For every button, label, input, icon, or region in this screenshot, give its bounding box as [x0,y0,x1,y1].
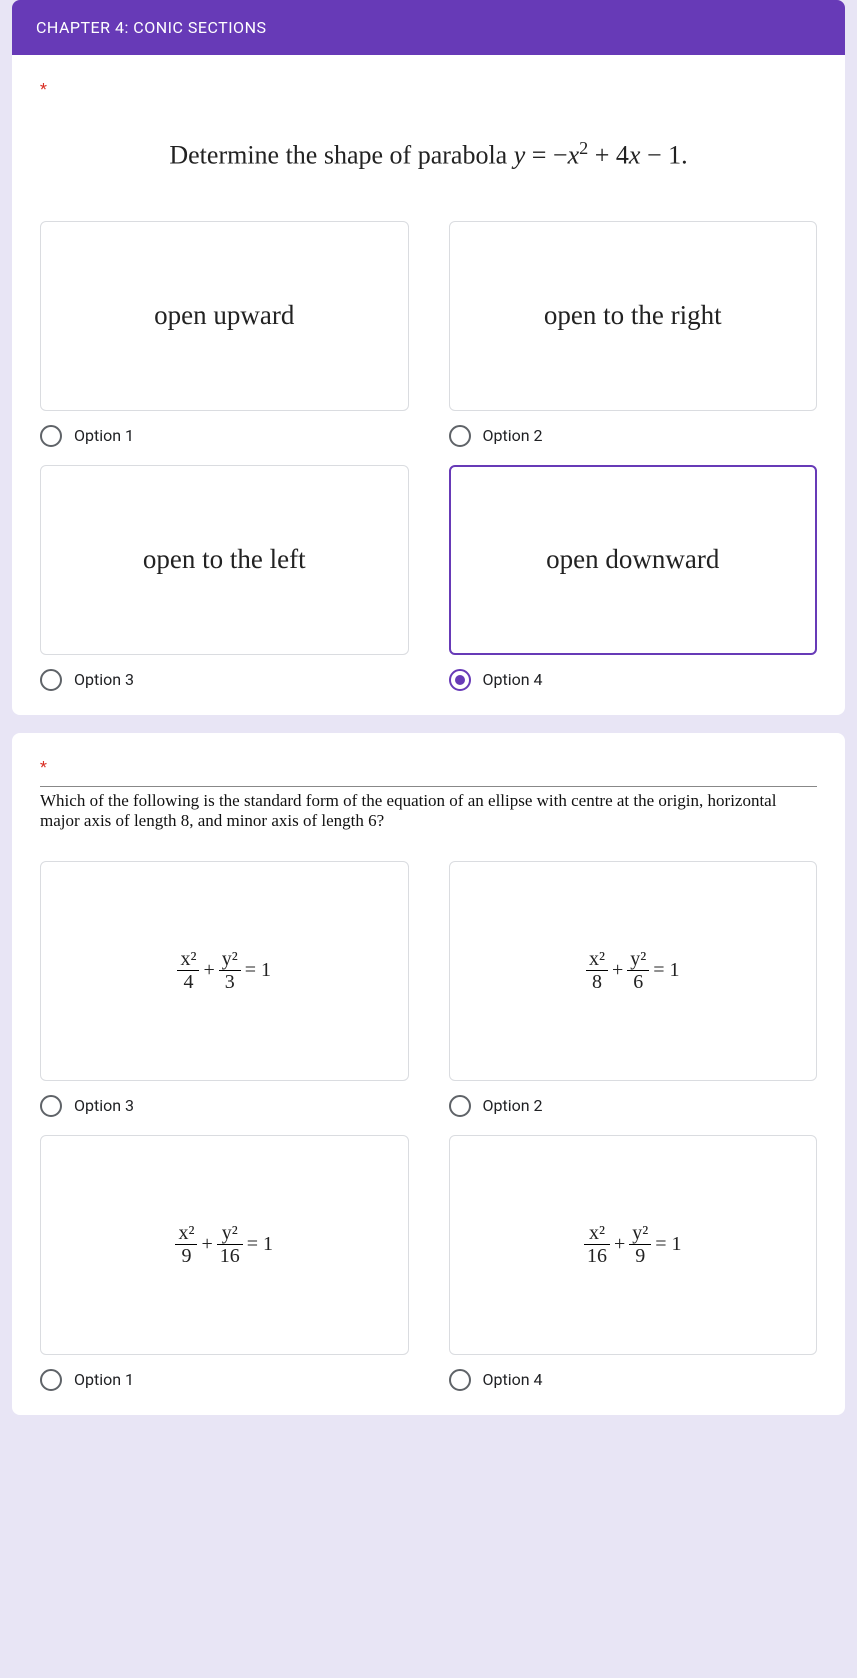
option-label: Option 4 [483,670,543,689]
answer-box: open to the left [40,465,409,655]
radio-icon[interactable] [40,1369,62,1391]
radio-icon[interactable] [449,1095,471,1117]
required-marker: * [40,757,817,776]
question-card-1: * Determine the shape of parabola y = −x… [12,55,845,715]
q1-option-1[interactable]: open upward Option 1 [40,221,409,447]
radio-icon[interactable] [40,1095,62,1117]
radio-icon[interactable] [40,669,62,691]
radio-icon[interactable] [449,1369,471,1391]
radio-icon[interactable] [40,425,62,447]
option-label: Option 4 [483,1370,543,1389]
option-label: Option 3 [74,1096,134,1115]
required-marker: * [40,79,817,98]
q2-option-b[interactable]: x²8 + y²6 = 1 Option 2 [449,861,818,1117]
q2-option-d[interactable]: x²16 + y²9 = 1 Option 4 [449,1135,818,1391]
radio-icon[interactable] [449,669,471,691]
q1-option-3[interactable]: open to the left Option 3 [40,465,409,691]
radio-row[interactable]: Option 4 [449,1369,818,1391]
radio-row[interactable]: Option 4 [449,669,818,691]
radio-row[interactable]: Option 2 [449,425,818,447]
radio-row[interactable]: Option 3 [40,1095,409,1117]
section-header: CHAPTER 4: CONIC SECTIONS [12,0,845,55]
answer-box: open to the right [449,221,818,411]
answer-box: x²16 + y²9 = 1 [449,1135,818,1355]
option-label: Option 1 [74,1370,134,1389]
question-1-prompt: Determine the shape of parabola y = −x2 … [50,138,807,171]
option-label: Option 2 [483,1096,543,1115]
question-2-prompt: Which of the following is the standard f… [40,786,817,831]
radio-row[interactable]: Option 3 [40,669,409,691]
option-label: Option 1 [74,426,134,445]
radio-row[interactable]: Option 1 [40,425,409,447]
q2-option-a[interactable]: x²4 + y²3 = 1 Option 3 [40,861,409,1117]
answer-box: x²8 + y²6 = 1 [449,861,818,1081]
option-label: Option 3 [74,670,134,689]
answer-box: open upward [40,221,409,411]
answer-box: x²4 + y²3 = 1 [40,861,409,1081]
q2-option-c[interactable]: x²9 + y²16 = 1 Option 1 [40,1135,409,1391]
answer-box: open downward [449,465,818,655]
q1-option-4[interactable]: open downward Option 4 [449,465,818,691]
radio-row[interactable]: Option 1 [40,1369,409,1391]
radio-icon[interactable] [449,425,471,447]
radio-row[interactable]: Option 2 [449,1095,818,1117]
answer-box: x²9 + y²16 = 1 [40,1135,409,1355]
question-card-2: * Which of the following is the standard… [12,733,845,1415]
q1-option-2[interactable]: open to the right Option 2 [449,221,818,447]
option-label: Option 2 [483,426,543,445]
